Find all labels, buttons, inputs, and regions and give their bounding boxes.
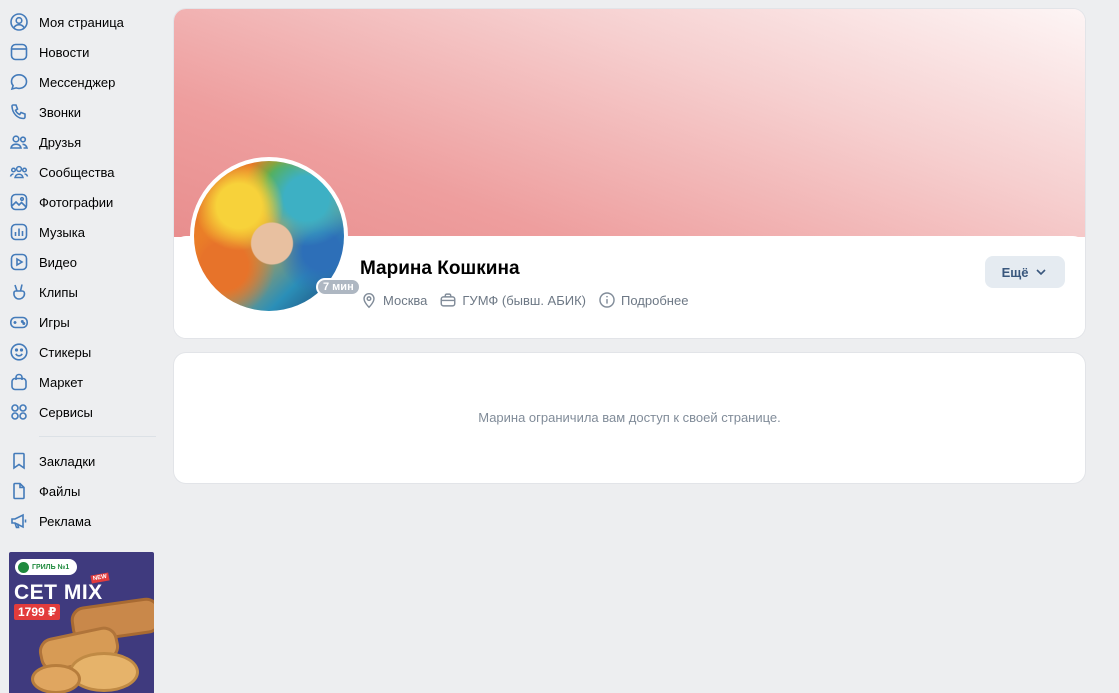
ad-title: СЕТ MIX <box>14 581 103 604</box>
sidebar-item-label: Моя страница <box>39 14 124 30</box>
sidebar-item-label: Игры <box>39 314 70 330</box>
more-button-label: Ещё <box>1001 264 1029 280</box>
online-status-badge: 7 мин <box>316 278 361 296</box>
music-icon <box>9 222 29 242</box>
ad-brand: ГРИЛЬ №1 <box>32 563 70 571</box>
file-icon <box>9 481 29 501</box>
sidebar-item-label: Мессенджер <box>39 74 116 90</box>
profile-city: Москва <box>360 291 427 309</box>
ad-food-image <box>31 664 81 693</box>
more-button[interactable]: Ещё <box>985 256 1065 288</box>
sidebar-item-games[interactable]: Игры <box>0 307 160 337</box>
profile-education[interactable]: ГУМФ (бывш. АБИК) <box>439 291 586 309</box>
video-icon <box>9 252 29 272</box>
sidebar-item-files[interactable]: Файлы <box>0 476 160 506</box>
avatar[interactable]: 7 мин <box>190 157 361 315</box>
clips-icon <box>9 282 29 302</box>
sidebar-item-label: Звонки <box>39 104 81 120</box>
sidebar-item-news[interactable]: Новости <box>0 37 160 67</box>
smile-icon <box>9 342 29 362</box>
ad-brand-logo: ГРИЛЬ №1 <box>15 559 77 575</box>
ad-price: 1799 ₽ <box>14 604 61 620</box>
sidebar-item-label: Клипы <box>39 284 78 300</box>
friends-icon <box>9 132 29 152</box>
sidebar-item-music[interactable]: Музыка <box>0 217 160 247</box>
sidebar-item-ads[interactable]: Реклама <box>0 506 160 536</box>
profile-city-text: Москва <box>383 292 428 308</box>
info-icon <box>599 292 615 308</box>
sidebar-item-services[interactable]: Сервисы <box>0 397 160 427</box>
bag-icon <box>9 372 29 392</box>
profile-details-link-text: Подробнее <box>621 292 689 308</box>
profile-details-link[interactable]: Подробнее <box>598 291 688 309</box>
profile-header-card: 7 мин Марина Кошкина Москва ГУМФ (бывш. … <box>174 9 1085 338</box>
sidebar-item-label: Сообщества <box>39 164 115 180</box>
sidebar-item-label: Файлы <box>39 483 81 499</box>
sidebar-item-communities[interactable]: Сообщества <box>0 157 160 187</box>
sidebar-item-market[interactable]: Маркет <box>0 367 160 397</box>
sidebar-item-label: Видео <box>39 254 77 270</box>
location-pin-icon <box>363 292 375 309</box>
sidebar-item-photos[interactable]: Фотографии <box>0 187 160 217</box>
sidebar-item-my-page[interactable]: Моя страница <box>0 7 160 37</box>
photo-icon <box>9 192 29 212</box>
sidebar-item-friends[interactable]: Друзья <box>0 127 160 157</box>
news-icon <box>9 42 29 62</box>
communities-icon <box>9 162 29 182</box>
sidebar-item-clips[interactable]: Клипы <box>0 277 160 307</box>
sidebar-item-bookmarks[interactable]: Закладки <box>0 446 160 476</box>
megaphone-icon <box>9 511 29 531</box>
phone-icon <box>9 102 29 122</box>
profile-details: Москва ГУМФ (бывш. АБИК) Подробнее <box>360 291 700 309</box>
sidebar-item-label: Музыка <box>39 224 85 240</box>
sidebar-item-stickers[interactable]: Стикеры <box>0 337 160 367</box>
sidebar-item-label: Маркет <box>39 374 84 390</box>
bookmark-icon <box>9 451 29 471</box>
sidebar-item-label: Сервисы <box>39 404 93 420</box>
left-sidebar: Моя страница Новости Мессенджер Звонки Д… <box>0 7 160 536</box>
sidebar-item-messenger[interactable]: Мессенджер <box>0 67 160 97</box>
sidebar-item-label: Новости <box>39 44 90 60</box>
restricted-access-card: Марина ограничила вам доступ к своей стр… <box>174 353 1085 483</box>
services-icon <box>9 402 29 422</box>
sidebar-item-label: Реклама <box>39 513 92 529</box>
sidebar-item-label: Стикеры <box>39 344 92 360</box>
sidebar-divider <box>39 436 156 437</box>
user-circle-icon <box>9 12 29 32</box>
sidebar-item-calls[interactable]: Звонки <box>0 97 160 127</box>
education-icon <box>440 293 456 307</box>
sidebar-item-label: Фотографии <box>39 194 114 210</box>
sidebar-item-label: Закладки <box>39 453 96 469</box>
ad-banner[interactable]: ГРИЛЬ №1 NEW СЕТ MIX 1799 ₽ <box>9 552 154 693</box>
gamepad-icon <box>9 312 29 332</box>
sidebar-item-label: Друзья <box>39 134 82 150</box>
restricted-access-message: Марина ограничила вам доступ к своей стр… <box>478 410 781 425</box>
profile-education-text: ГУМФ (бывш. АБИК) <box>462 292 586 308</box>
profile-name: Марина Кошкина <box>360 258 520 279</box>
sidebar-item-video[interactable]: Видео <box>0 247 160 277</box>
chevron-down-icon <box>1036 269 1047 276</box>
ad-food-image <box>69 652 139 692</box>
message-icon <box>9 72 29 92</box>
